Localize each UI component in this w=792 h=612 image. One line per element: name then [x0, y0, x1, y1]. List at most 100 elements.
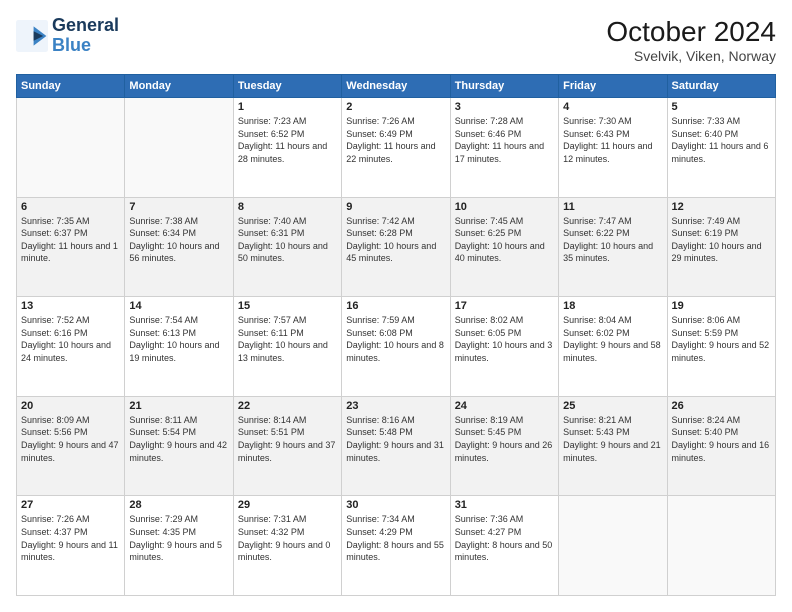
day-info: Sunrise: 8:19 AMSunset: 5:45 PMDaylight:…	[455, 414, 554, 464]
calendar-cell: 16Sunrise: 7:59 AMSunset: 6:08 PMDayligh…	[342, 297, 450, 397]
calendar-cell: 15Sunrise: 7:57 AMSunset: 6:11 PMDayligh…	[233, 297, 341, 397]
sunset-text: Sunset: 5:51 PM	[238, 427, 305, 437]
sunrise-text: Sunrise: 7:36 AM	[455, 514, 524, 524]
sunset-text: Sunset: 6:05 PM	[455, 328, 522, 338]
sunset-text: Sunset: 6:25 PM	[455, 228, 522, 238]
weekday-header-wednesday: Wednesday	[342, 75, 450, 98]
calendar-cell	[559, 496, 667, 596]
sunset-text: Sunset: 5:56 PM	[21, 427, 88, 437]
day-number: 21	[129, 400, 228, 412]
sunset-text: Sunset: 4:29 PM	[346, 527, 413, 537]
calendar-cell: 22Sunrise: 8:14 AMSunset: 5:51 PMDayligh…	[233, 396, 341, 496]
day-number: 23	[346, 400, 445, 412]
calendar-cell: 5Sunrise: 7:33 AMSunset: 6:40 PMDaylight…	[667, 98, 775, 198]
sunrise-text: Sunrise: 8:21 AM	[563, 415, 632, 425]
calendar-cell: 21Sunrise: 8:11 AMSunset: 5:54 PMDayligh…	[125, 396, 233, 496]
weekday-header-row: SundayMondayTuesdayWednesdayThursdayFrid…	[17, 75, 776, 98]
sunrise-text: Sunrise: 7:59 AM	[346, 315, 415, 325]
sunrise-text: Sunrise: 8:02 AM	[455, 315, 524, 325]
sunset-text: Sunset: 6:52 PM	[238, 129, 305, 139]
daylight-text: Daylight: 10 hours and 50 minutes.	[238, 241, 328, 264]
sunrise-text: Sunrise: 7:40 AM	[238, 216, 307, 226]
calendar-week-1: 1Sunrise: 7:23 AMSunset: 6:52 PMDaylight…	[17, 98, 776, 198]
sunrise-text: Sunrise: 7:35 AM	[21, 216, 90, 226]
calendar-cell: 11 Sunrise: 7:47 AMSunset: 6:22 PMDayligh…	[559, 197, 667, 297]
calendar-cell: 10Sunrise: 7:45 AMSunset: 6:25 PMDayligh…	[450, 197, 558, 297]
day-number: 4	[563, 101, 662, 113]
calendar-cell: 20Sunrise: 8:09 AMSunset: 5:56 PMDayligh…	[17, 396, 125, 496]
day-number: 6	[21, 201, 120, 213]
calendar-title: October 2024	[606, 16, 776, 48]
daylight-text: Daylight: 9 hours and 58 minutes.	[563, 340, 661, 363]
sunset-text: Sunset: 6:13 PM	[129, 328, 196, 338]
day-number: 27	[21, 499, 120, 511]
daylight-text: Daylight: 11 hours and 17 minutes.	[455, 141, 544, 164]
daylight-text: Daylight: 8 hours and 50 minutes.	[455, 540, 553, 563]
calendar-cell: 29Sunrise: 7:31 AMSunset: 4:32 PMDayligh…	[233, 496, 341, 596]
sunset-text: Sunset: 5:48 PM	[346, 427, 413, 437]
sunrise-text: Sunrise: 8:09 AM	[21, 415, 90, 425]
daylight-text: Daylight: 11 hours and 12 minutes.	[563, 141, 652, 164]
sunrise-text: Sunrise: 7:38 AM	[129, 216, 198, 226]
day-info: Sunrise: 7:35 AMSunset: 6:37 PMDaylight:…	[21, 215, 120, 265]
daylight-text: Daylight: 8 hours and 55 minutes.	[346, 540, 444, 563]
sunrise-text: Sunrise: 8:16 AM	[346, 415, 415, 425]
calendar-cell: 17Sunrise: 8:02 AMSunset: 6:05 PMDayligh…	[450, 297, 558, 397]
daylight-text: Daylight: 10 hours and 13 minutes.	[238, 340, 328, 363]
daylight-text: Daylight: 9 hours and 31 minutes.	[346, 440, 444, 463]
calendar-cell	[17, 98, 125, 198]
calendar-cell: 24Sunrise: 8:19 AMSunset: 5:45 PMDayligh…	[450, 396, 558, 496]
day-number: 29	[238, 499, 337, 511]
calendar-cell: 27Sunrise: 7:26 AMSunset: 4:37 PMDayligh…	[17, 496, 125, 596]
day-number: 22	[238, 400, 337, 412]
day-number: 8	[238, 201, 337, 213]
day-info: Sunrise: 7:47 AMSunset: 6:22 PMDaylight:…	[563, 215, 662, 265]
sunset-text: Sunset: 6:43 PM	[563, 129, 630, 139]
calendar-cell: 6 Sunrise: 7:35 AMSunset: 6:37 PMDaylight…	[17, 197, 125, 297]
daylight-text: Daylight: 9 hours and 11 minutes.	[21, 540, 118, 563]
calendar-week-3: 13Sunrise: 7:52 AMSunset: 6:16 PMDayligh…	[17, 297, 776, 397]
day-info: Sunrise: 7:26 AMSunset: 6:49 PMDaylight:…	[346, 115, 445, 165]
sunset-text: Sunset: 6:34 PM	[129, 228, 196, 238]
day-info: Sunrise: 7:29 AMSunset: 4:35 PMDaylight:…	[129, 513, 228, 563]
page: General Blue October 2024 Svelvik, Viken…	[0, 0, 792, 612]
logo-text: General Blue	[52, 16, 119, 56]
calendar-table: SundayMondayTuesdayWednesdayThursdayFrid…	[16, 74, 776, 596]
sunrise-text: Sunrise: 7:49 AM	[672, 216, 741, 226]
day-number: 11	[563, 201, 662, 213]
day-info: Sunrise: 7:23 AMSunset: 6:52 PMDaylight:…	[238, 115, 337, 165]
sunset-text: Sunset: 6:16 PM	[21, 328, 88, 338]
day-info: Sunrise: 8:21 AMSunset: 5:43 PMDaylight:…	[563, 414, 662, 464]
calendar-cell: 8Sunrise: 7:40 AMSunset: 6:31 PMDaylight…	[233, 197, 341, 297]
day-info: Sunrise: 7:59 AMSunset: 6:08 PMDaylight:…	[346, 314, 445, 364]
sunset-text: Sunset: 6:08 PM	[346, 328, 413, 338]
daylight-text: Daylight: 10 hours and 35 minutes.	[563, 241, 653, 264]
day-number: 19	[672, 300, 771, 312]
calendar-week-5: 27Sunrise: 7:26 AMSunset: 4:37 PMDayligh…	[17, 496, 776, 596]
calendar-cell: 14Sunrise: 7:54 AMSunset: 6:13 PMDayligh…	[125, 297, 233, 397]
weekday-header-sunday: Sunday	[17, 75, 125, 98]
day-number: 31	[455, 499, 554, 511]
day-number: 25	[563, 400, 662, 412]
day-info: Sunrise: 7:52 AMSunset: 6:16 PMDaylight:…	[21, 314, 120, 364]
day-info: Sunrise: 8:16 AM Sunset: 5:48 PM Daylight:…	[346, 414, 445, 464]
sunset-text: Sunset: 6:46 PM	[455, 129, 522, 139]
calendar-cell: 4 Sunrise: 7:30 AM Sunset: 6:43 PM Daylight…	[559, 98, 667, 198]
sunrise-text: Sunrise: 7:23 AM	[238, 116, 307, 126]
day-number: 5	[672, 101, 771, 113]
logo: General Blue	[16, 16, 119, 56]
logo-icon	[16, 20, 48, 52]
day-number: 7	[129, 201, 228, 213]
calendar-cell: 31Sunrise: 7:36 AMSunset: 4:27 PMDayligh…	[450, 496, 558, 596]
sunrise-text: Sunrise: 7:26 AM	[21, 514, 90, 524]
daylight-text: Daylight: 10 hours and 56 minutes.	[129, 241, 219, 264]
sunset-text: Sunset: 6:19 PM	[672, 228, 739, 238]
sunrise-text: Sunrise: 7:34 AM	[346, 514, 415, 524]
calendar-cell: 7 Sunrise: 7:38 AM Sunset: 6:34 PM Daylight…	[125, 197, 233, 297]
header: General Blue October 2024 Svelvik, Viken…	[16, 16, 776, 64]
sunrise-text: Sunrise: 7:30 AM	[563, 116, 632, 126]
sunrise-text: Sunrise: 7:57 AM	[238, 315, 307, 325]
day-number: 9	[346, 201, 445, 213]
sunset-text: Sunset: 6:40 PM	[672, 129, 739, 139]
calendar-cell: 18Sunrise: 8:04 AMSunset: 6:02 PMDayligh…	[559, 297, 667, 397]
